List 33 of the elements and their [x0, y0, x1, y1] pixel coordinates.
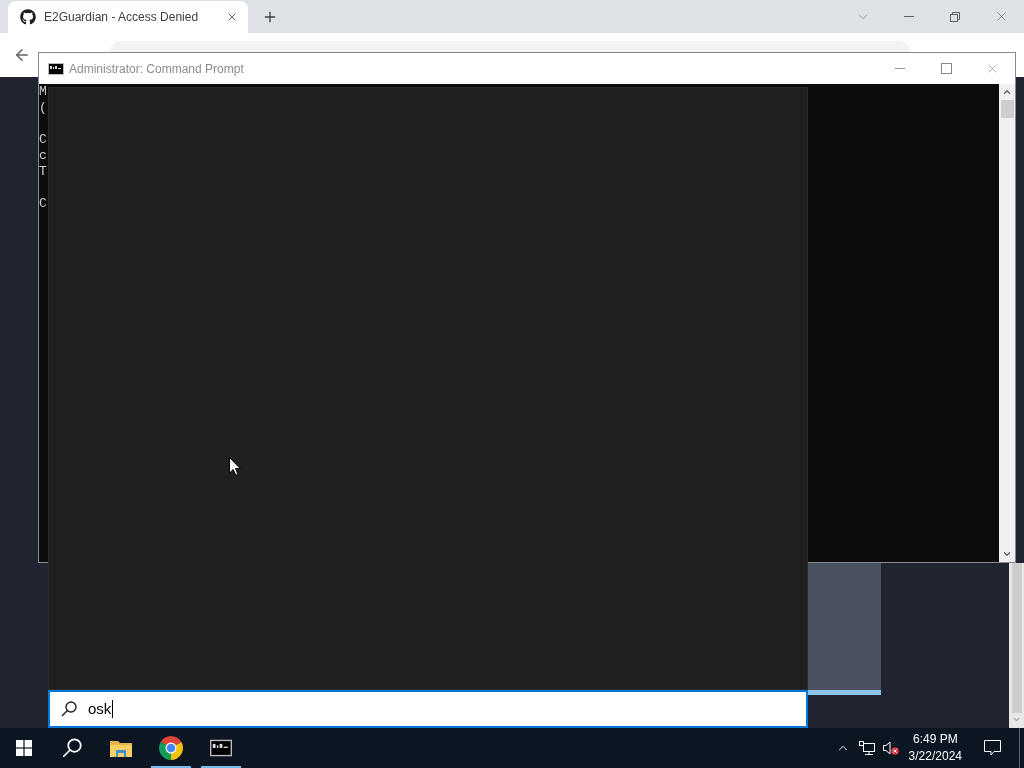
window-title: Administrator: Command Prompt [69, 60, 244, 78]
scrollbar-thumb[interactable] [1011, 563, 1022, 713]
search-icon [62, 738, 82, 758]
restore-icon [950, 11, 960, 22]
windows-logo-icon [16, 740, 32, 756]
console-text: ( [39, 100, 47, 116]
minimize-icon [904, 16, 914, 17]
scrollbar-thumb[interactable] [1000, 100, 1014, 118]
search-field[interactable]: osk [48, 690, 808, 728]
maximize-icon [940, 63, 952, 74]
console-text: C [39, 196, 47, 212]
clock[interactable]: 6:49 PM 3/22/2024 [902, 728, 968, 768]
console-text: M [39, 84, 47, 100]
network-icon [858, 741, 875, 755]
console-icon [48, 62, 64, 75]
text-cursor-icon [112, 700, 114, 718]
console-text: c [39, 148, 47, 164]
close-icon [226, 11, 238, 23]
github-logo-icon [20, 9, 36, 25]
cursor-arrow-icon [229, 457, 241, 476]
console-text: C [39, 132, 47, 148]
console-text: T [39, 164, 47, 180]
console-scrollbar[interactable] [999, 84, 1015, 562]
minimize-icon [895, 68, 905, 69]
browser-tab[interactable]: E2Guardian - Access Denied [8, 1, 248, 33]
folder-icon [110, 739, 132, 757]
chrome-logo-icon [159, 736, 183, 760]
search-icon [61, 701, 77, 717]
muted-speaker-icon [882, 741, 899, 755]
tab-title: E2Guardian - Access Denied [44, 9, 200, 26]
page-scrollbar[interactable] [1009, 563, 1024, 728]
speech-bubble-icon [983, 740, 1001, 756]
console-icon [210, 739, 232, 757]
